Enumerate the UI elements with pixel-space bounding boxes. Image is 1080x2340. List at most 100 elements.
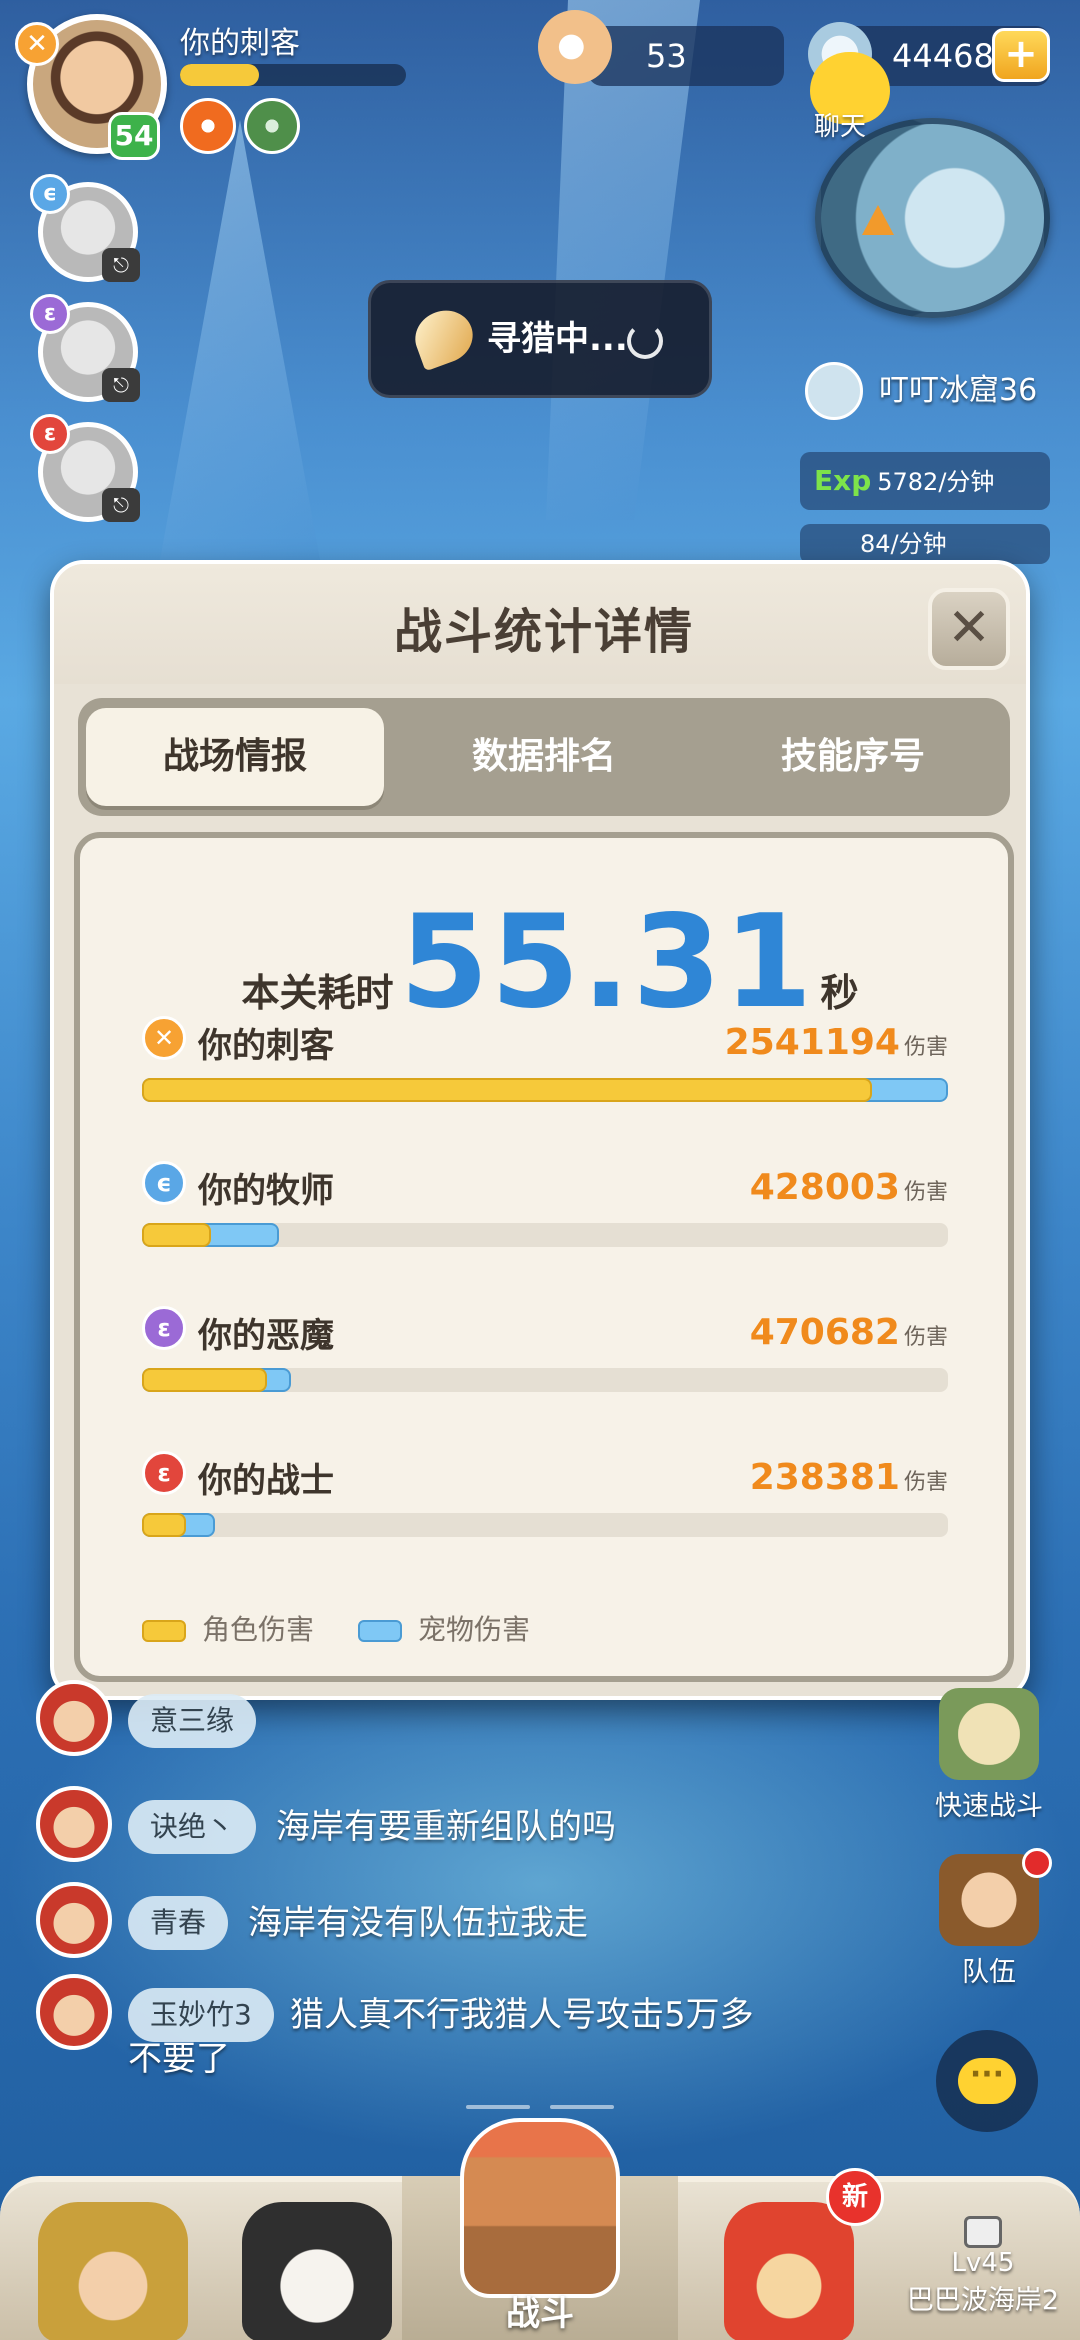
legend-swatch-pet	[358, 1620, 402, 1642]
damage-total: 470682 伤害	[750, 1312, 948, 1353]
tab-skill-order[interactable]: 技能序号	[704, 708, 1002, 806]
avatar	[36, 1974, 112, 2050]
stage-time-value: 55.31	[399, 888, 815, 1037]
chat-message[interactable]: 玉妙竹3 猎人真不行我猎人号攻击5万多 不要了	[36, 1974, 936, 2104]
battle-label: 战斗	[506, 2294, 574, 2334]
party-member-priest[interactable]: ϵ ⎋	[30, 174, 140, 284]
fire-buff-icon[interactable]	[180, 98, 236, 154]
locked-zone-button[interactable]: Lv45 巴巴波海岸2	[886, 2196, 1080, 2340]
player-marker-icon	[862, 205, 894, 235]
hero-name: 你的战士	[198, 1461, 334, 1501]
gold-rate-value: 84/分钟	[860, 530, 947, 558]
quick-battle-button[interactable]: 快速战斗	[924, 1688, 1054, 1823]
page-indicator	[466, 2105, 614, 2109]
chat-message[interactable]: 意三缘	[36, 1680, 536, 1760]
priest-swirl-icon: ϵ	[142, 1161, 186, 1205]
chat-text: 海岸有要重新组队的吗	[276, 1807, 616, 1847]
player-exp-bar	[180, 64, 406, 86]
player-avatar[interactable]: ✕	[15, 14, 167, 154]
stage-time-row: 本关耗时55.31 秒	[80, 888, 1020, 1037]
chat-sender[interactable]: 诀绝丶	[128, 1800, 257, 1854]
page-dot	[550, 2105, 614, 2109]
damage-bar-track	[142, 1078, 948, 1102]
damage-bar-track	[142, 1223, 948, 1247]
stage-time-label: 本关耗时	[241, 971, 394, 1015]
battle-stats-dialog: 战斗统计详情 ✕ 战场情报 数据排名 技能序号 本关耗时55.31 秒 ✕ 你的刺客…	[50, 560, 1030, 1700]
new-badge: 新	[826, 2168, 884, 2226]
chat-message[interactable]: 青春 海岸有没有队伍拉我走	[36, 1882, 936, 1962]
stats-tabs: 战场情报 数据排名 技能序号	[78, 698, 1010, 816]
avatar	[36, 1680, 112, 1756]
damage-row: ε 你的恶魔 470682 伤害	[142, 1306, 948, 1406]
locked-zone-name: 巴巴波海岸2	[906, 2285, 1060, 2316]
add-currency-button[interactable]: +	[992, 28, 1050, 82]
demon-swirl-icon: ε	[30, 294, 70, 334]
pearl-shell-icon	[538, 10, 612, 84]
damage-total: 238381 伤害	[750, 1457, 948, 1498]
char-damage-bar	[142, 1513, 186, 1537]
hunting-status[interactable]: 寻猎中...	[368, 280, 712, 398]
damage-value: 428003	[749, 1167, 900, 1208]
avatar	[36, 1882, 112, 1958]
warrior-flame-icon: ε	[142, 1451, 186, 1495]
party-member-demon[interactable]: ε ⎋	[30, 294, 140, 404]
legend-item-char: 角色伤害	[142, 1608, 314, 1648]
pearl-counter: 53	[588, 26, 784, 86]
damage-row: ε 你的战士 238381 伤害	[142, 1451, 948, 1551]
tab-data-ranking[interactable]: 数据排名	[395, 708, 693, 806]
leaf-buff-icon[interactable]	[244, 98, 300, 154]
page-dot	[466, 2105, 530, 2109]
damage-bar-track	[142, 1368, 948, 1392]
legend-item-pet: 宠物伤害	[358, 1608, 530, 1648]
dialog-title: 战斗统计详情	[393, 604, 694, 660]
locked-zone-level: Lv45	[951, 2248, 1015, 2278]
chat-sender[interactable]: 青春	[128, 1896, 229, 1950]
zone-name[interactable]: 叮叮冰窟36	[805, 362, 1050, 420]
close-button[interactable]: ✕	[928, 588, 1010, 670]
zone-icon	[805, 362, 863, 420]
char-damage-bar	[142, 1078, 872, 1102]
chat-sender[interactable]: 意三缘	[128, 1694, 257, 1748]
damage-unit: 伤害	[903, 1470, 948, 1495]
tab-battlefield-info[interactable]: 战场情报	[86, 708, 384, 806]
damage-value: 470682	[749, 1312, 900, 1353]
dagger-icon: ✕	[15, 22, 59, 66]
auto-control-icon: ⎋	[102, 368, 140, 402]
nav-pet-viking[interactable]	[20, 2182, 210, 2340]
damage-unit: 伤害	[903, 1180, 948, 1205]
gold-rate: 84/分钟	[800, 524, 1050, 564]
chat-bubble-icon: ···	[958, 2058, 1016, 2104]
hero-name: 你的刺客	[198, 1026, 334, 1066]
horn-icon	[407, 302, 481, 372]
damage-unit: 伤害	[903, 1035, 948, 1060]
minimap[interactable]	[815, 118, 1050, 318]
dagger-icon: ✕	[142, 1016, 186, 1060]
chat-text: 不要了	[128, 2039, 230, 2079]
quick-battle-icon	[939, 1688, 1039, 1780]
auto-control-icon: ⎋	[102, 248, 140, 282]
chat-text: 猎人真不行我猎人号攻击5万多	[290, 1995, 754, 2035]
nav-battle-button[interactable]: 战斗	[402, 2118, 678, 2340]
party-member-warrior[interactable]: ε ⎋	[30, 414, 140, 524]
char-damage-bar	[142, 1368, 267, 1392]
warrior-flame-icon: ε	[30, 414, 70, 454]
viking-character-icon	[38, 2202, 188, 2340]
ice-shard	[160, 120, 320, 560]
chat-text: 海岸有没有队伍拉我走	[248, 1903, 588, 1943]
team-label: 队伍	[962, 1957, 1016, 1988]
notification-dot	[1022, 1848, 1052, 1878]
chat-message[interactable]: 诀绝丶 海岸有要重新组队的吗	[36, 1786, 936, 1866]
dragon-character-icon	[724, 2202, 854, 2340]
hunting-status-text: 寻猎中...	[487, 319, 628, 359]
open-chat-button[interactable]: ···	[936, 2030, 1038, 2132]
char-damage-bar	[142, 1223, 211, 1247]
priest-swirl-icon: ϵ	[30, 174, 70, 214]
legend-swatch-char	[142, 1620, 186, 1642]
demon-swirl-icon: ε	[142, 1306, 186, 1350]
nav-hero-ninja[interactable]	[224, 2182, 400, 2340]
ninja-character-icon	[242, 2202, 392, 2340]
damage-bar-track	[142, 1513, 948, 1537]
damage-total: 2541194 伤害	[725, 1022, 948, 1063]
lock-icon	[964, 2216, 1002, 2248]
legend-label-char: 角色伤害	[202, 1613, 315, 1646]
